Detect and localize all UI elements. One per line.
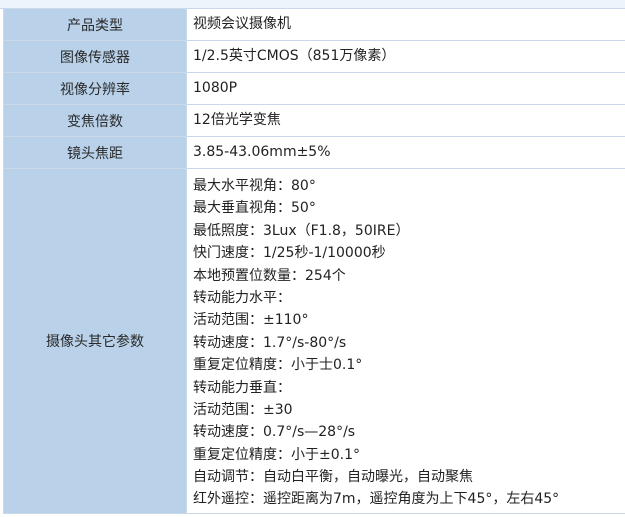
param-line: 活动范围：±110°	[193, 312, 309, 329]
param-line: 最大水平视角：80°	[193, 178, 316, 194]
row-value: 视频会议摄像机	[187, 9, 625, 41]
param-line: 转动速度：1.7°/s-80°/s	[193, 334, 347, 351]
param-line: 转动速度：0.7°/s—28°/s	[193, 424, 356, 441]
table-row: 产品类型 视频会议摄像机	[3, 9, 625, 41]
param-line: 活动范围：±30	[193, 401, 293, 418]
param-line: 重复定位精度：小于±0.1°	[193, 446, 360, 463]
row-label: 镜头焦距	[3, 137, 187, 169]
row-label: 产品类型	[3, 9, 187, 41]
table-row: 变焦倍数 12倍光学变焦	[3, 105, 625, 137]
row-label: 视像分辨率	[3, 73, 187, 105]
table-row: 视像分辨率 1080P	[3, 73, 625, 105]
table-row: 镜头焦距 3.85-43.06mm±5%	[3, 137, 625, 169]
param-line: 转动能力水平：	[193, 289, 291, 306]
param-line: 红外遥控：遥控距离为7m，遥控角度为上下45°，左右45°	[193, 491, 560, 508]
param-line: 最大垂直视角：50°	[193, 200, 316, 217]
param-line: 自动调节：自动白平衡，自动曝光，自动聚焦	[193, 469, 473, 486]
row-value: 12倍光学变焦	[187, 105, 625, 137]
row-value: 1/2.5英寸CMOS（851万像素）	[187, 41, 625, 73]
row-value: 1080P	[187, 73, 625, 105]
table-row-other-params: 摄像头其它参数 最大水平视角：80° 最大垂直视角：50° 最低照度：3Lux（…	[3, 169, 625, 514]
param-line: 本地预置位数量：254个	[193, 267, 346, 284]
top-border-strip	[0, 0, 625, 9]
row-value: 3.85-43.06mm±5%	[187, 137, 625, 169]
row-label: 图像传感器	[3, 41, 187, 73]
row-label: 变焦倍数	[3, 105, 187, 137]
table-row: 图像传感器 1/2.5英寸CMOS（851万像素）	[3, 41, 625, 73]
param-line: 重复定位精度：小于士0.1°	[193, 357, 363, 374]
spec-table: 产品类型 视频会议摄像机 图像传感器 1/2.5英寸CMOS（851万像素） 视…	[3, 9, 625, 514]
row-label-other-params: 摄像头其它参数	[3, 169, 187, 514]
param-line: 转动能力垂直：	[193, 379, 291, 396]
param-line: 最低照度：3Lux（F1.8，50IRE）	[193, 222, 410, 239]
row-value-other-params: 最大水平视角：80° 最大垂直视角：50° 最低照度：3Lux（F1.8，50I…	[187, 169, 625, 514]
param-line: 快门速度：1/25秒-1/10000秒	[193, 245, 386, 262]
